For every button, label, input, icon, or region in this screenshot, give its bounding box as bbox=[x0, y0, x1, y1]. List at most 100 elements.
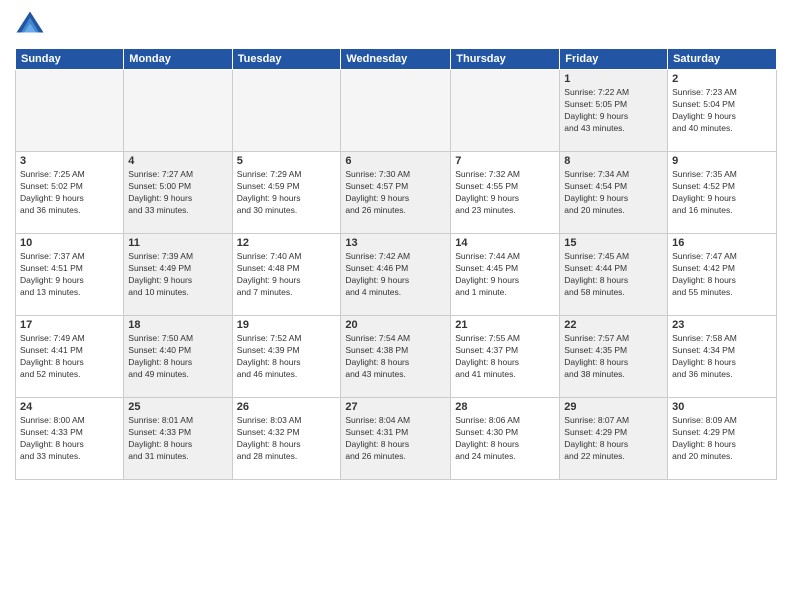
calendar-cell bbox=[341, 70, 451, 152]
weekday-header-monday: Monday bbox=[124, 49, 232, 70]
calendar-cell: 18 Sunrise: 7:50 AM Sunset: 4:40 PM Dayli… bbox=[124, 316, 232, 398]
day-info: Sunrise: 7:42 AM Sunset: 4:46 PM Dayligh… bbox=[345, 251, 446, 299]
calendar-cell: 6 Sunrise: 7:30 AM Sunset: 4:57 PM Daylig… bbox=[341, 152, 451, 234]
day-number: 21 bbox=[455, 319, 555, 331]
calendar-cell: 8 Sunrise: 7:34 AM Sunset: 4:54 PM Daylig… bbox=[560, 152, 668, 234]
day-info: Sunrise: 7:29 AM Sunset: 4:59 PM Dayligh… bbox=[237, 169, 337, 217]
calendar-cell: 5 Sunrise: 7:29 AM Sunset: 4:59 PM Daylig… bbox=[232, 152, 341, 234]
day-number: 23 bbox=[672, 319, 772, 331]
day-info: Sunrise: 7:52 AM Sunset: 4:39 PM Dayligh… bbox=[237, 333, 337, 381]
day-number: 20 bbox=[345, 319, 446, 331]
day-number: 12 bbox=[237, 237, 337, 249]
day-info: Sunrise: 8:01 AM Sunset: 4:33 PM Dayligh… bbox=[128, 415, 227, 463]
weekday-header-sunday: Sunday bbox=[16, 49, 124, 70]
calendar-cell bbox=[16, 70, 124, 152]
day-number: 18 bbox=[128, 319, 227, 331]
day-info: Sunrise: 7:23 AM Sunset: 5:04 PM Dayligh… bbox=[672, 87, 772, 135]
week-row-5: 24 Sunrise: 8:00 AM Sunset: 4:33 PM Dayli… bbox=[16, 398, 777, 480]
week-row-3: 10Sunrise: 7:37 AM Sunset: 4:51 PM Dayli… bbox=[16, 234, 777, 316]
day-info: Sunrise: 7:25 AM Sunset: 5:02 PM Dayligh… bbox=[20, 169, 119, 217]
calendar-header: SundayMondayTuesdayWednesdayThursdayFrid… bbox=[16, 49, 777, 70]
day-number: 1 bbox=[564, 73, 663, 85]
calendar-cell: 1 Sunrise: 7:22 AM Sunset: 5:05 PM Daylig… bbox=[560, 70, 668, 152]
calendar-cell: 17 Sunrise: 7:49 AM Sunset: 4:41 PM Dayli… bbox=[16, 316, 124, 398]
day-info: Sunrise: 8:09 AM Sunset: 4:29 PM Dayligh… bbox=[672, 415, 772, 463]
logo bbox=[15, 10, 49, 40]
calendar-cell: 23 Sunrise: 7:58 AM Sunset: 4:34 PM Dayli… bbox=[668, 316, 777, 398]
day-info: Sunrise: 8:06 AM Sunset: 4:30 PM Dayligh… bbox=[455, 415, 555, 463]
day-number: 15 bbox=[564, 237, 663, 249]
day-number: 29 bbox=[564, 401, 663, 413]
week-row-4: 17 Sunrise: 7:49 AM Sunset: 4:41 PM Dayli… bbox=[16, 316, 777, 398]
day-number: 19 bbox=[237, 319, 337, 331]
day-info: Sunrise: 7:55 AM Sunset: 4:37 PM Dayligh… bbox=[455, 333, 555, 381]
week-row-1: 1 Sunrise: 7:22 AM Sunset: 5:05 PM Daylig… bbox=[16, 70, 777, 152]
day-number: 27 bbox=[345, 401, 446, 413]
calendar-cell: 25 Sunrise: 8:01 AM Sunset: 4:33 PM Dayli… bbox=[124, 398, 232, 480]
calendar-cell: 15 Sunrise: 7:45 AM Sunset: 4:44 PM Dayli… bbox=[560, 234, 668, 316]
calendar-cell: 9Sunrise: 7:35 AM Sunset: 4:52 PM Daylig… bbox=[668, 152, 777, 234]
day-info: Sunrise: 8:04 AM Sunset: 4:31 PM Dayligh… bbox=[345, 415, 446, 463]
day-number: 22 bbox=[564, 319, 663, 331]
day-info: Sunrise: 8:00 AM Sunset: 4:33 PM Dayligh… bbox=[20, 415, 119, 463]
calendar-cell: 22 Sunrise: 7:57 AM Sunset: 4:35 PM Dayli… bbox=[560, 316, 668, 398]
page: SundayMondayTuesdayWednesdayThursdayFrid… bbox=[0, 0, 792, 612]
calendar-cell: 13Sunrise: 7:42 AM Sunset: 4:46 PM Dayli… bbox=[341, 234, 451, 316]
day-number: 14 bbox=[455, 237, 555, 249]
day-number: 5 bbox=[237, 155, 337, 167]
logo-icon bbox=[15, 10, 45, 40]
calendar-cell: 10Sunrise: 7:37 AM Sunset: 4:51 PM Dayli… bbox=[16, 234, 124, 316]
day-info: Sunrise: 7:54 AM Sunset: 4:38 PM Dayligh… bbox=[345, 333, 446, 381]
weekday-header-friday: Friday bbox=[560, 49, 668, 70]
day-number: 7 bbox=[455, 155, 555, 167]
day-number: 28 bbox=[455, 401, 555, 413]
day-number: 25 bbox=[128, 401, 227, 413]
calendar-cell: 7 Sunrise: 7:32 AM Sunset: 4:55 PM Daylig… bbox=[451, 152, 560, 234]
day-info: Sunrise: 7:47 AM Sunset: 4:42 PM Dayligh… bbox=[672, 251, 772, 299]
calendar-cell: 26 Sunrise: 8:03 AM Sunset: 4:32 PM Dayli… bbox=[232, 398, 341, 480]
calendar-cell: 29Sunrise: 8:07 AM Sunset: 4:29 PM Dayli… bbox=[560, 398, 668, 480]
header bbox=[15, 10, 777, 40]
day-info: Sunrise: 7:27 AM Sunset: 5:00 PM Dayligh… bbox=[128, 169, 227, 217]
calendar-cell bbox=[232, 70, 341, 152]
calendar-cell: 12 Sunrise: 7:40 AM Sunset: 4:48 PM Dayli… bbox=[232, 234, 341, 316]
day-info: Sunrise: 7:22 AM Sunset: 5:05 PM Dayligh… bbox=[564, 87, 663, 135]
day-number: 26 bbox=[237, 401, 337, 413]
calendar-cell bbox=[124, 70, 232, 152]
day-info: Sunrise: 7:37 AM Sunset: 4:51 PM Dayligh… bbox=[20, 251, 119, 299]
day-number: 24 bbox=[20, 401, 119, 413]
day-info: Sunrise: 7:57 AM Sunset: 4:35 PM Dayligh… bbox=[564, 333, 663, 381]
day-number: 30 bbox=[672, 401, 772, 413]
calendar: SundayMondayTuesdayWednesdayThursdayFrid… bbox=[15, 48, 777, 480]
day-number: 2 bbox=[672, 73, 772, 85]
calendar-cell: 16Sunrise: 7:47 AM Sunset: 4:42 PM Dayli… bbox=[668, 234, 777, 316]
week-row-2: 3Sunrise: 7:25 AM Sunset: 5:02 PM Daylig… bbox=[16, 152, 777, 234]
calendar-cell: 20 Sunrise: 7:54 AM Sunset: 4:38 PM Dayli… bbox=[341, 316, 451, 398]
calendar-cell: 24 Sunrise: 8:00 AM Sunset: 4:33 PM Dayli… bbox=[16, 398, 124, 480]
day-info: Sunrise: 7:49 AM Sunset: 4:41 PM Dayligh… bbox=[20, 333, 119, 381]
calendar-cell: 4 Sunrise: 7:27 AM Sunset: 5:00 PM Daylig… bbox=[124, 152, 232, 234]
day-number: 9 bbox=[672, 155, 772, 167]
calendar-cell: 27 Sunrise: 8:04 AM Sunset: 4:31 PM Dayli… bbox=[341, 398, 451, 480]
weekday-header-wednesday: Wednesday bbox=[341, 49, 451, 70]
day-info: Sunrise: 7:50 AM Sunset: 4:40 PM Dayligh… bbox=[128, 333, 227, 381]
day-number: 4 bbox=[128, 155, 227, 167]
day-info: Sunrise: 7:45 AM Sunset: 4:44 PM Dayligh… bbox=[564, 251, 663, 299]
day-info: Sunrise: 7:40 AM Sunset: 4:48 PM Dayligh… bbox=[237, 251, 337, 299]
calendar-cell: 11Sunrise: 7:39 AM Sunset: 4:49 PM Dayli… bbox=[124, 234, 232, 316]
calendar-cell: 19 Sunrise: 7:52 AM Sunset: 4:39 PM Dayli… bbox=[232, 316, 341, 398]
calendar-cell: 14Sunrise: 7:44 AM Sunset: 4:45 PM Dayli… bbox=[451, 234, 560, 316]
day-info: Sunrise: 7:58 AM Sunset: 4:34 PM Dayligh… bbox=[672, 333, 772, 381]
calendar-cell: 30 Sunrise: 8:09 AM Sunset: 4:29 PM Dayli… bbox=[668, 398, 777, 480]
day-info: Sunrise: 7:30 AM Sunset: 4:57 PM Dayligh… bbox=[345, 169, 446, 217]
calendar-cell: 3Sunrise: 7:25 AM Sunset: 5:02 PM Daylig… bbox=[16, 152, 124, 234]
weekday-header-thursday: Thursday bbox=[451, 49, 560, 70]
day-info: Sunrise: 7:34 AM Sunset: 4:54 PM Dayligh… bbox=[564, 169, 663, 217]
calendar-cell bbox=[451, 70, 560, 152]
day-number: 8 bbox=[564, 155, 663, 167]
weekday-header-saturday: Saturday bbox=[668, 49, 777, 70]
day-info: Sunrise: 7:32 AM Sunset: 4:55 PM Dayligh… bbox=[455, 169, 555, 217]
day-info: Sunrise: 8:03 AM Sunset: 4:32 PM Dayligh… bbox=[237, 415, 337, 463]
day-number: 6 bbox=[345, 155, 446, 167]
day-number: 17 bbox=[20, 319, 119, 331]
